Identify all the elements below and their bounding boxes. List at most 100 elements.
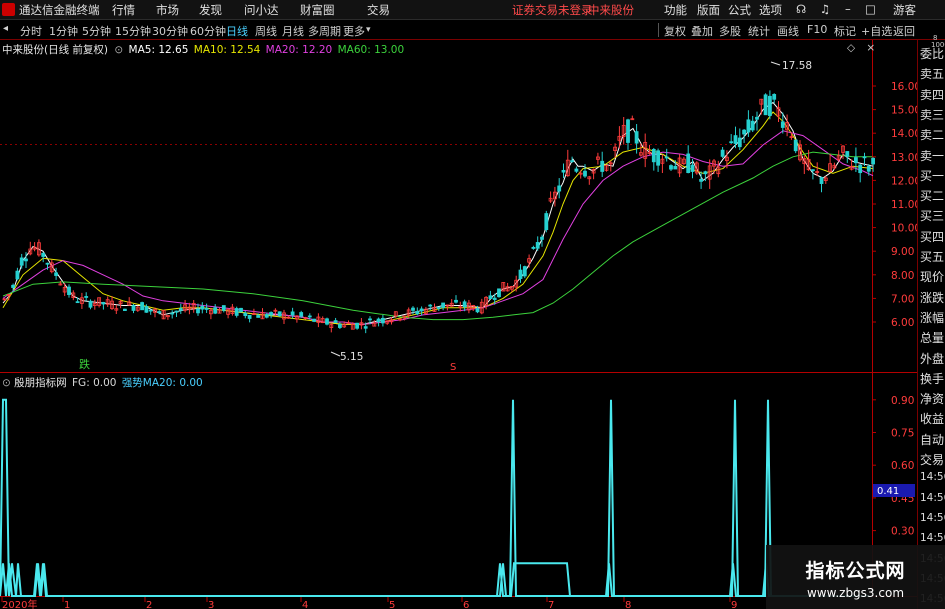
indicator-legend: ⊙ 殷朋指标网 FG: 0.00 强势MA20: 0.00 (2, 375, 203, 390)
period-1min[interactable]: 1分钟 (49, 23, 78, 39)
more-dropdown-icon[interactable]: ▾ (366, 25, 371, 35)
x-tick-label: 4 (302, 600, 308, 609)
indicator-settings-icon[interactable]: ⊙ (2, 377, 11, 389)
settings-circle-icon[interactable]: ⊙ (114, 44, 123, 56)
btn-multi-stock[interactable]: 多股 (719, 23, 741, 39)
quote-field-18[interactable]: 收益 (920, 410, 945, 427)
candle-body (441, 302, 446, 308)
candle-body (518, 269, 523, 279)
candle-body (664, 156, 669, 159)
period-60min[interactable]: 60分钟 (190, 23, 226, 39)
btn-back[interactable]: 返回 (893, 23, 915, 39)
menu-wealth-circle[interactable]: 财富圈 (300, 2, 335, 18)
headset-icon[interactable]: ☊ (796, 2, 806, 16)
quote-field-10[interactable]: 买五 (920, 248, 945, 265)
quote-field-23[interactable]: 14:56 (920, 512, 945, 524)
menu-trade[interactable]: 交易 (367, 2, 390, 18)
period-multi[interactable]: 多周期 (308, 23, 341, 39)
price-tick-label: 9.00 (891, 246, 914, 258)
fall-marker: 跌 (79, 357, 90, 371)
quote-field-2[interactable]: 卖四 (920, 86, 945, 103)
quote-field-19[interactable]: 自动 (920, 431, 945, 448)
quote-field-11[interactable]: 现价 (920, 268, 945, 285)
menu-formula[interactable]: 公式 (728, 2, 751, 18)
quote-field-20[interactable]: 交易 (920, 451, 945, 468)
chart-close-icon[interactable]: × (866, 42, 875, 54)
candle-body (497, 288, 501, 298)
btn-draw[interactable]: 画线 (777, 23, 799, 39)
high-price-label: 17.58 (782, 60, 812, 72)
btn-statistics[interactable]: 统计 (748, 23, 770, 39)
quote-field-5[interactable]: 卖一 (920, 147, 945, 164)
candle-body (651, 149, 656, 163)
quote-field-7[interactable]: 买二 (920, 187, 945, 204)
ma20-label: MA20 (265, 44, 296, 56)
indicator-tick-label: 0.90 (891, 395, 914, 407)
quote-field-16[interactable]: 换手 (920, 370, 945, 387)
btn-adjust[interactable]: 复权 (664, 23, 686, 39)
period-weekly[interactable]: 周线 (255, 23, 277, 39)
diamond-icon[interactable]: ◇ (847, 42, 855, 54)
period-more[interactable]: 更多 (343, 23, 365, 39)
menu-quotes[interactable]: 行情 (112, 2, 135, 18)
period-monthly[interactable]: 月线 (282, 23, 304, 39)
quote-field-24[interactable]: 14:56 (920, 532, 945, 544)
btn-overlay[interactable]: 叠加 (691, 23, 713, 39)
login-status[interactable]: 证券交易未登录 (512, 2, 593, 18)
quote-field-17[interactable]: 净资 (920, 390, 945, 407)
left-arrow-icon[interactable]: ◂ (3, 23, 8, 34)
guest-user[interactable]: 游客 (893, 2, 916, 18)
candle-body (811, 169, 815, 172)
candle-body (312, 318, 317, 322)
strong-ma20-value: 0.00 (179, 377, 203, 389)
btn-f10[interactable]: F10 (807, 23, 827, 36)
menu-market[interactable]: 市场 (156, 2, 179, 18)
menu-function[interactable]: 功能 (664, 2, 687, 18)
main-kline-chart[interactable]: 16.0015.0014.0013.0012.0011.0010.009.008… (0, 40, 945, 373)
candle-body (772, 94, 777, 100)
period-30min[interactable]: 30分钟 (152, 23, 188, 39)
quote-field-21[interactable]: 14:56 (920, 471, 945, 483)
quote-field-12[interactable]: 涨跌 (920, 289, 945, 306)
watermark: 指标公式网 www.zbgs3.com (766, 545, 945, 609)
maximize-icon[interactable]: □ (865, 2, 876, 16)
minimize-icon[interactable]: – (845, 2, 851, 16)
quote-field-15[interactable]: 外盘 (920, 350, 945, 367)
quote-field-6[interactable]: 买一 (920, 167, 945, 184)
candle-body (720, 149, 725, 157)
indicator-current-value: 0.41 (877, 486, 899, 497)
quote-field-8[interactable]: 买三 (920, 207, 945, 224)
period-15min[interactable]: 15分钟 (115, 23, 151, 39)
ma-line-ma60 (2, 151, 873, 321)
menu-options[interactable]: 选项 (759, 2, 782, 18)
quote-field-14[interactable]: 总量 (920, 329, 945, 346)
period-5min[interactable]: 5分钟 (82, 23, 111, 39)
bell-icon[interactable]: ♫ (820, 2, 830, 16)
quote-field-4[interactable]: 卖二 (920, 126, 945, 143)
candle-body (363, 326, 368, 329)
quote-field-9[interactable]: 买四 (920, 228, 945, 245)
candle-body (415, 311, 420, 315)
x-tick-label: 6 (463, 600, 469, 609)
candle-body (600, 160, 605, 172)
fg-value: 0.00 (93, 377, 117, 389)
period-intraday[interactable]: 分时 (20, 23, 42, 39)
quote-field-3[interactable]: 卖三 (920, 106, 945, 123)
period-daily[interactable]: 日线 (226, 23, 248, 39)
candle-body (84, 296, 89, 298)
btn-add-favorite[interactable]: +自选 (861, 23, 892, 39)
menu-ask-xiaoda[interactable]: 问小达 (244, 2, 279, 18)
candle-body (690, 164, 695, 172)
tdx-terminal: 通达信金融终端 行情 市场 发现 问小达 财富圈 交易 证券交易未登录 中来股份… (0, 0, 945, 609)
menu-discover[interactable]: 发现 (199, 2, 222, 18)
right-quote-panel: 委比 卖五 卖四 卖三 卖二 卖一 买一 买二 买三 买四 买五 现价 涨跌 涨幅 总量 外盘 换手 净资 收益 自动… (917, 34, 945, 609)
btn-mark[interactable]: 标记 (834, 23, 856, 39)
quote-field-1[interactable]: 卖五 (920, 65, 945, 82)
price-tick-label: 7.00 (891, 293, 914, 305)
menu-layout[interactable]: 版面 (697, 2, 720, 18)
candle-body (411, 307, 415, 311)
quote-field-22[interactable]: 14:56 (920, 492, 945, 504)
candle-body (729, 141, 734, 144)
quote-field-13[interactable]: 涨幅 (920, 309, 945, 326)
current-stock-name: 中来股份 (588, 3, 634, 17)
